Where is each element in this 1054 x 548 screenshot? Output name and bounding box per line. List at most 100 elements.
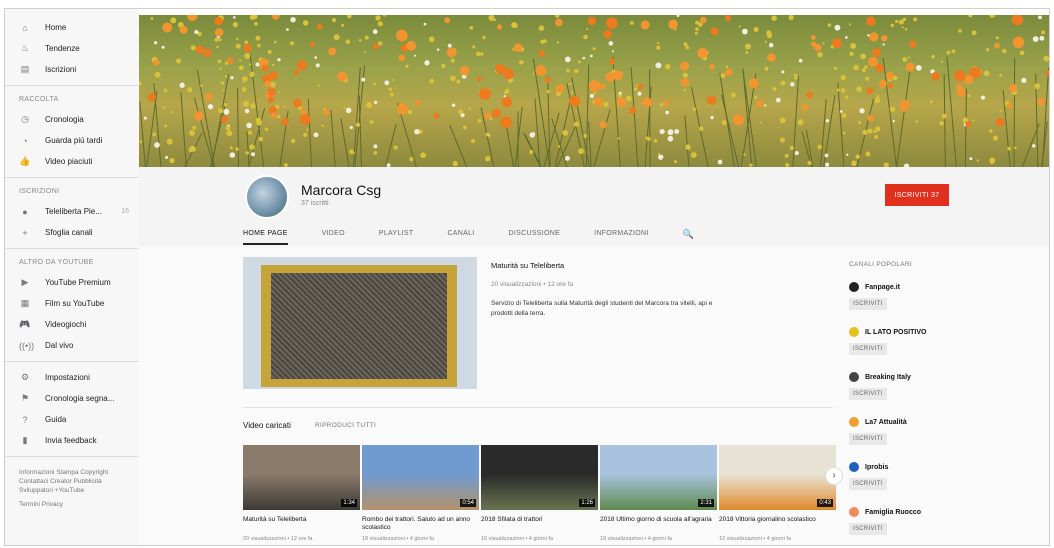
video-meta: 18 visualizzazioni • 4 giorni fa [362,536,434,542]
tab-playlist[interactable]: PLAYLIST [379,223,414,245]
channel-avatar-icon [849,282,859,292]
sidebar-footer-legal[interactable]: Termini Privacy [5,495,139,514]
popular-channel-subscribe-button[interactable]: ISCRIVITI [849,298,887,310]
sidebar-item[interactable]: ⚙ Impostazioni [5,367,139,388]
sidebar-heading-subscriptions: ISCRIZIONI [19,188,60,195]
featured-video-thumbnail[interactable] [243,257,477,389]
channel-avatar-icon [849,417,859,427]
popular-channel-link[interactable]: Fanpage.it [849,282,1049,292]
popular-channel-subscribe-button[interactable]: ISCRIVITI [849,478,887,490]
subscription-new-count: 16 [121,208,129,215]
sidebar-item-label: Invia feedback [45,436,97,445]
channel-avatar-icon [849,372,859,382]
popular-channels: CANALI POPOLARI Fanpage.it ISCRIVITI IL LA… [849,261,1049,545]
subscribe-button[interactable]: ISCRIVITI 37 [885,184,949,206]
video-card[interactable]: 0:43 2018 Vittoria giornalino scolastico 1… [719,445,836,542]
sidebar-item[interactable]: ⌂ Home [5,17,139,38]
popular-channel-name: Breaking Italy [865,373,911,381]
search-icon[interactable]: 🔍 [683,229,694,240]
sidebar-item-label: Dal vivo [45,341,74,350]
popular-channel-link[interactable]: La7 Attualità [849,417,1049,427]
video-thumbnail[interactable]: 1:34 [243,445,360,510]
sidebar-item[interactable]: ? Guida [5,409,139,430]
sidebar-item[interactable]: ((•)) Dal vivo [5,335,139,356]
sidebar-divider [5,177,139,178]
video-card[interactable]: 2:31 2018 Ultimo giorno di scuola all'agr… [600,445,717,542]
video-thumbnail[interactable]: 0:54 [362,445,479,510]
sidebar-item[interactable]: ▮ Invia feedback [5,430,139,451]
sidebar-item[interactable]: ◷ Cronologia [5,109,139,130]
video-title[interactable]: 2018 Sfilata di trattori [481,516,598,532]
home-icon: ⌂ [22,22,28,33]
sidebar-item[interactable]: ◔ Guarda più tardi [5,130,139,151]
sidebar-item[interactable]: ▶ YouTube Premium [5,272,139,293]
sidebar-item-label: Video piaciuti [45,157,93,166]
sidebar-divider [5,456,139,457]
uploads-title[interactable]: Video caricati [243,421,291,430]
sidebar-item[interactable]: 🎮 Videogiochi [5,314,139,335]
tab-video[interactable]: VIDEO [322,223,345,245]
flag-icon: ⚑ [20,393,30,403]
sidebar-item-label: Cronologia segna... [45,394,115,403]
video-title[interactable]: Maturità su Teleliberta [243,516,360,532]
popular-channel-name: La7 Attualità [865,418,907,426]
film-icon: ▦ [20,298,30,308]
sidebar-item[interactable]: ⚑ Cronologia segna... [5,388,139,409]
video-duration: 2:31 [698,499,714,507]
sidebar-item[interactable]: ● Teleliberta Pie... 16 [5,201,139,222]
sidebar-footer-links[interactable]: Informazioni Stampa Copyright Contattaci… [5,462,139,495]
video-thumbnail[interactable]: 2:31 [600,445,717,510]
live-icon: ((•)) [19,340,35,351]
gear-icon: ⚙ [20,372,30,382]
tab-canali[interactable]: CANALI [447,223,474,245]
popular-channel-subscribe-button[interactable]: ISCRIVITI [849,388,887,400]
video-title[interactable]: Rombo dei trattori. Saluto ad un anno sc… [362,516,479,532]
banner-image [139,15,1049,167]
popular-channel-link[interactable]: IL LATO POSITIVO [849,327,1049,337]
channel-header: Marcora Csg 37 iscritti ISCRIVITI 37 HOM… [139,167,1049,247]
video-title[interactable]: 2018 Ultimo giorno di scuola all'agraria [600,516,717,532]
sidebar-item[interactable]: ▤ Iscrizioni [5,59,139,80]
flame-icon: ♨ [20,43,30,53]
popular-channel-link[interactable]: Iprobis [849,462,1049,472]
popular-channel-subscribe-button[interactable]: ISCRIVITI [849,343,887,355]
tab-informazioni[interactable]: INFORMAZIONI [594,223,649,245]
section-divider [243,407,833,408]
sidebar-divider [5,85,139,86]
video-thumbnail[interactable]: 0:43 [719,445,836,510]
play-all-button[interactable]: RIPRODUCI TUTTI [315,422,376,429]
sidebar-item[interactable]: + Sfoglia canali [5,222,139,243]
popular-channel-subscribe-button[interactable]: ISCRIVITI [849,523,887,535]
popular-channel-link[interactable]: Famiglia Ruocco [849,507,1049,517]
plus-icon: + [22,227,28,238]
video-card[interactable]: 0:54 Rombo dei trattori. Saluto ad un ann… [362,445,479,542]
tab-home-page[interactable]: HOME PAGE [243,223,288,245]
browser-frame: ⌂ Home ♨ Tendenze ▤ Iscrizioni RACCOLTA ◷ Cron… [4,8,1050,546]
sidebar-heading-collection: RACCOLTA [19,96,59,103]
sidebar-item[interactable]: ♨ Tendenze [5,38,139,59]
sidebar-item[interactable]: ▦ Film su YouTube [5,293,139,314]
video-duration: 1:34 [341,499,357,507]
video-card[interactable]: 1:26 2018 Sfilata di trattori 16 visualizz… [481,445,598,542]
gamepad-icon: 🎮 [19,319,31,329]
sidebar-item-label: YouTube Premium [45,278,111,287]
channel-avatar-icon: ● [22,206,28,217]
video-title[interactable]: 2018 Vittoria giornalino scolastico [719,516,836,532]
video-duration: 0:54 [460,499,476,507]
video-card[interactable]: 1:34 Maturità su Teleliberta 20 visualizza… [243,445,360,542]
sidebar-item-label: Film su YouTube [45,299,105,308]
popular-channel-subscribe-button[interactable]: ISCRIVITI [849,433,887,445]
channel-avatar[interactable] [245,175,289,219]
video-duration: 0:43 [817,499,833,507]
popular-channel-link[interactable]: Breaking Italy [849,372,1049,382]
featured-video-title[interactable]: Maturità su Teleliberta [491,261,564,270]
popular-channels-heading: CANALI POPOLARI [849,261,913,268]
tab-discussione[interactable]: DISCUSSIONE [509,223,561,245]
popular-channel-name: IL LATO POSITIVO [865,328,927,336]
popular-channel-name: Famiglia Ruocco [865,508,922,516]
sidebar-item[interactable]: 👍 Video piaciuti [5,151,139,172]
popular-channel: La7 Attualità ISCRIVITI [849,417,1049,462]
video-thumbnail[interactable]: 1:26 [481,445,598,510]
sidebar-item-label: Guarda più tardi [45,136,103,145]
chevron-right-icon[interactable]: › [825,467,843,485]
